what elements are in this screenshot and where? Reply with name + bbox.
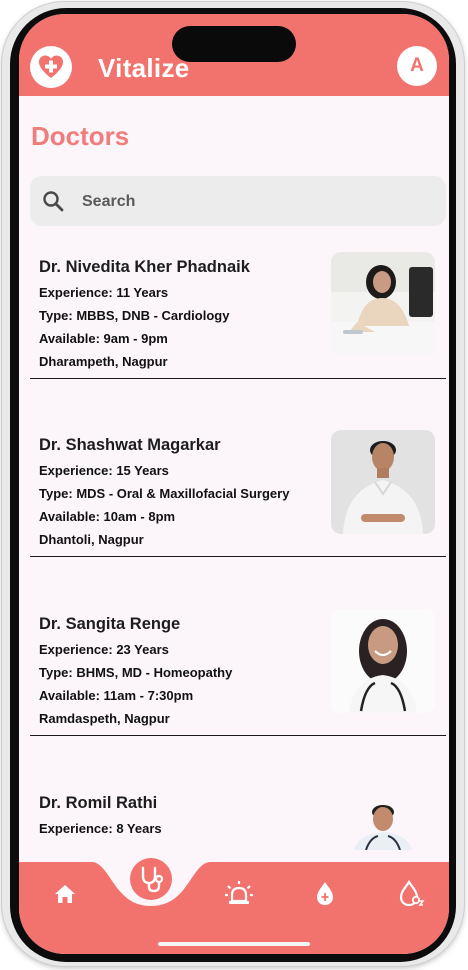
blood-drop-icon <box>317 882 333 905</box>
doctor-availability: Available: 9am - 9pm <box>39 331 168 346</box>
doctor-photo <box>348 804 418 850</box>
doctor-experience: Experience: 15 Years <box>39 463 169 478</box>
doctor-location: Dharampeth, Nagpur <box>39 354 168 369</box>
avatar[interactable]: A <box>397 46 437 86</box>
alarm-icon <box>225 881 253 904</box>
search-bar[interactable] <box>30 176 446 228</box>
doctor-experience: Experience: 11 Years <box>39 285 169 300</box>
app-screen: Vitalize A Doctors Dr. Nivedita Kher Pha… <box>19 14 449 954</box>
doctor-name: Dr. Shashwat Magarkar <box>39 436 221 454</box>
card-divider <box>30 378 446 379</box>
app-title: Vitalize <box>98 53 190 83</box>
nav-home[interactable] <box>47 876 83 912</box>
doctor-experience: Experience: 8 Years <box>39 821 162 836</box>
nav-emergency[interactable] <box>221 876 257 912</box>
stethoscope-icon <box>141 866 164 893</box>
doctor-photo <box>331 430 435 534</box>
doctor-name: Dr. Romil Rathi <box>39 794 158 812</box>
doctor-availability: Available: 11am - 7:30pm <box>39 688 194 703</box>
doctor-name: Dr. Sangita Renge <box>39 615 181 633</box>
doctor-location: Ramdaspeth, Nagpur <box>39 711 170 726</box>
bottom-navigation <box>19 858 449 954</box>
nav-blood[interactable] <box>307 876 343 912</box>
nav-doctors[interactable] <box>130 858 172 900</box>
home-icon <box>55 885 75 903</box>
card-divider <box>30 556 446 557</box>
page-title: Doctors <box>31 121 130 151</box>
doctor-availability: Available: 10am - 8pm <box>39 509 176 524</box>
home-indicator[interactable] <box>158 942 310 946</box>
doctor-type: Type: MBBS, DNB - Cardiology <box>39 308 230 323</box>
search-input[interactable] <box>80 176 434 228</box>
doctor-photo <box>331 609 435 713</box>
doctor-location: Dhantoli, Nagpur <box>39 532 144 547</box>
doctor-name: Dr. Nivedita Kher Phadnaik <box>39 258 250 276</box>
doctor-type: Type: MDS - Oral & Maxillofacial Surgery <box>39 486 290 501</box>
heart-logo-icon[interactable] <box>30 46 72 88</box>
oxygen-icon <box>399 880 425 907</box>
search-icon <box>43 191 64 212</box>
doctor-type: Type: BHMS, MD - Homeopathy <box>39 665 233 680</box>
nav-oxygen[interactable] <box>393 876 429 912</box>
card-divider <box>30 735 446 736</box>
dynamic-island <box>172 26 296 62</box>
doctor-photo <box>331 252 435 356</box>
doctor-experience: Experience: 23 Years <box>39 642 169 657</box>
